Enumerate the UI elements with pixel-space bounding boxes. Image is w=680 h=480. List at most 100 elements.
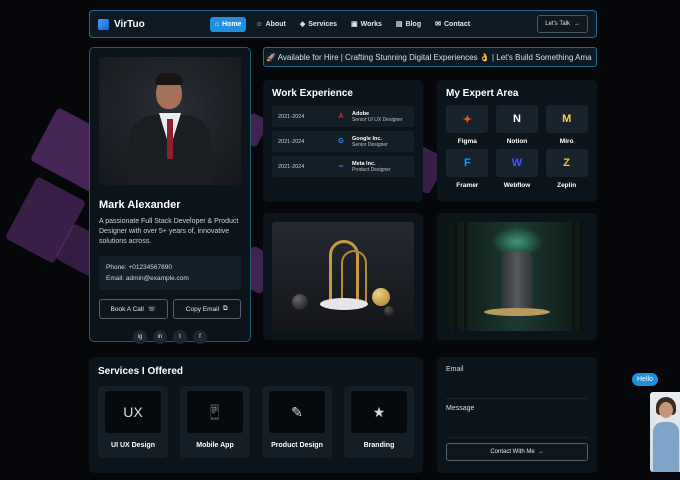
service-label: Mobile App: [196, 442, 234, 449]
service-label: Product Design: [271, 442, 323, 449]
design-tools-icon: ✎: [269, 391, 325, 433]
nav-blog-label: Blog: [405, 20, 422, 28]
lets-talk-label: Let's Talk: [545, 21, 570, 27]
work-role: Product Designer: [352, 166, 391, 173]
webflow-icon: W: [495, 149, 538, 177]
expert-label: Webflow: [503, 182, 531, 189]
email-field[interactable]: [446, 373, 588, 399]
nav-services[interactable]: ◈ Services: [295, 16, 342, 32]
notion-icon: N: [495, 105, 538, 133]
logo-text: VirTuo: [114, 18, 145, 30]
phone-icon: ☏: [147, 306, 156, 313]
profile-name: Mark Alexander: [99, 199, 181, 211]
contact-form-card: Email Message Contact With Me →: [437, 357, 597, 473]
nav-links: ⌂ Home ☺ About ◈ Services ▣ Works ▤ Blog ✉ Con…: [209, 16, 475, 32]
expert-item-notion: N Notion: [495, 105, 539, 145]
social-links: ig in t f: [99, 330, 241, 344]
instagram-icon[interactable]: ig: [133, 330, 147, 344]
services-card: Services I Offered UX UI UX Design 📱 Mobil…: [89, 357, 423, 473]
lets-talk-button[interactable]: Let's Talk →: [537, 15, 588, 33]
expert-label: Zeplin: [557, 182, 577, 189]
adobe-icon: A: [338, 113, 344, 120]
copy-icon: ⧉: [223, 305, 228, 312]
contact-submit-button[interactable]: Contact With Me →: [446, 443, 588, 461]
message-field[interactable]: [446, 412, 588, 438]
arrow-right-icon: →: [537, 449, 544, 455]
work-years: 2021-2024: [278, 163, 305, 170]
work-experience-card: Work Experience 2021-2024 A Adobe Senior …: [263, 80, 423, 202]
profile-email: Email: admin@example.com: [106, 275, 189, 282]
zeplin-icon: Z: [545, 149, 588, 177]
book-call-button[interactable]: Book A Call ☏: [99, 299, 168, 319]
expert-item-figma: ✦ Figma: [446, 105, 489, 145]
miro-icon: M: [545, 105, 588, 133]
service-product-design[interactable]: ✎ Product Design: [262, 386, 332, 458]
framer-icon: F: [446, 149, 489, 177]
profile-bio: A passionate Full Stack Developer & Prod…: [99, 218, 239, 245]
copy-email-label: Copy Email: [185, 305, 220, 313]
expert-area-title: My Expert Area: [446, 88, 519, 99]
home-icon: ⌂: [214, 20, 219, 28]
work-years: 2021-2024: [278, 113, 305, 120]
portfolio-showcase-speaker[interactable]: [437, 213, 597, 340]
message-label: Message: [446, 405, 475, 412]
nav-blog[interactable]: ▤ Blog: [391, 16, 426, 32]
work-item: 2021-2024 ∞ Meta Inc. Product Designer: [272, 156, 414, 177]
email-label: Email: [446, 366, 464, 373]
book-icon: ▤: [395, 21, 403, 28]
logo-icon: [98, 18, 109, 30]
user-icon: ☺: [255, 20, 263, 28]
podium-render-image: [272, 222, 414, 331]
arrow-right-icon: →: [574, 21, 580, 27]
copy-email-button[interactable]: Copy Email ⧉: [172, 299, 241, 319]
nav-home[interactable]: ⌂ Home: [209, 16, 247, 32]
twitter-icon[interactable]: t: [173, 330, 187, 344]
branding-icon: ★: [351, 391, 407, 433]
availability-marquee: 🚀 Available for Hire | Crafting Stunning…: [263, 47, 597, 67]
logo[interactable]: VirTuo: [98, 18, 145, 30]
profile-contact-box: Phone: +01234567890 Email: admin@example…: [99, 256, 241, 290]
work-role: Senior Designer: [352, 141, 388, 148]
service-label: Branding: [363, 442, 395, 449]
google-icon: G: [338, 138, 344, 145]
expert-label: Figma: [457, 138, 477, 145]
nav-contact-label: Contact: [443, 20, 471, 28]
expert-item-webflow: W Webflow: [495, 149, 539, 189]
nav-about-label: About: [265, 20, 286, 28]
briefcase-icon: ▣: [351, 21, 358, 28]
expert-label: Notion: [506, 138, 528, 145]
meta-icon: ∞: [338, 163, 344, 170]
work-item: 2021-2024 A Adobe Senior UI UX Designer: [272, 106, 414, 127]
expert-label: Framer: [456, 182, 479, 189]
nav-contact[interactable]: ✉ Contact: [430, 16, 475, 32]
service-branding[interactable]: ★ Branding: [344, 386, 414, 458]
nav-works[interactable]: ▣ Works: [346, 16, 387, 32]
nav-works-label: Works: [360, 20, 382, 28]
profile-photo: [99, 57, 241, 185]
portfolio-showcase-podium[interactable]: [263, 213, 423, 340]
profile-actions: Book A Call ☏ Copy Email ⧉: [99, 299, 241, 319]
nav-home-label: Home: [221, 20, 242, 28]
work-list: 2021-2024 A Adobe Senior UI UX Designer 2…: [272, 106, 414, 177]
speaker-render-image: [446, 222, 588, 331]
mobile-icon: 📱: [187, 391, 243, 433]
expert-item-framer: F Framer: [446, 149, 489, 189]
service-mobile-app[interactable]: 📱 Mobile App: [180, 386, 250, 458]
facebook-icon[interactable]: f: [193, 330, 207, 344]
profile-phone: Phone: +01234567890: [106, 264, 172, 271]
expert-label: Miro: [559, 138, 574, 145]
service-label: UI UX Design: [111, 442, 155, 449]
services-list: UX UI UX Design 📱 Mobile App ✎ Product Desi…: [98, 386, 414, 458]
contact-submit-label: Contact With Me: [490, 449, 535, 455]
expert-item-zeplin: Z Zeplin: [545, 149, 588, 189]
chat-assistant-avatar[interactable]: [650, 392, 680, 472]
figma-icon: ✦: [446, 105, 489, 133]
work-experience-title: Work Experience: [272, 88, 353, 99]
nav-about[interactable]: ☺ About: [250, 17, 290, 32]
profile-card: Mark Alexander A passionate Full Stack D…: [89, 47, 251, 344]
linkedin-icon[interactable]: in: [153, 330, 167, 344]
navbar: VirTuo ⌂ Home ☺ About ◈ Services ▣ Works ▤ Bl…: [89, 10, 597, 38]
mail-icon: ✉: [435, 21, 441, 28]
chat-bubble[interactable]: Hello: [632, 373, 658, 386]
service-ui-ux[interactable]: UX UI UX Design: [98, 386, 168, 458]
